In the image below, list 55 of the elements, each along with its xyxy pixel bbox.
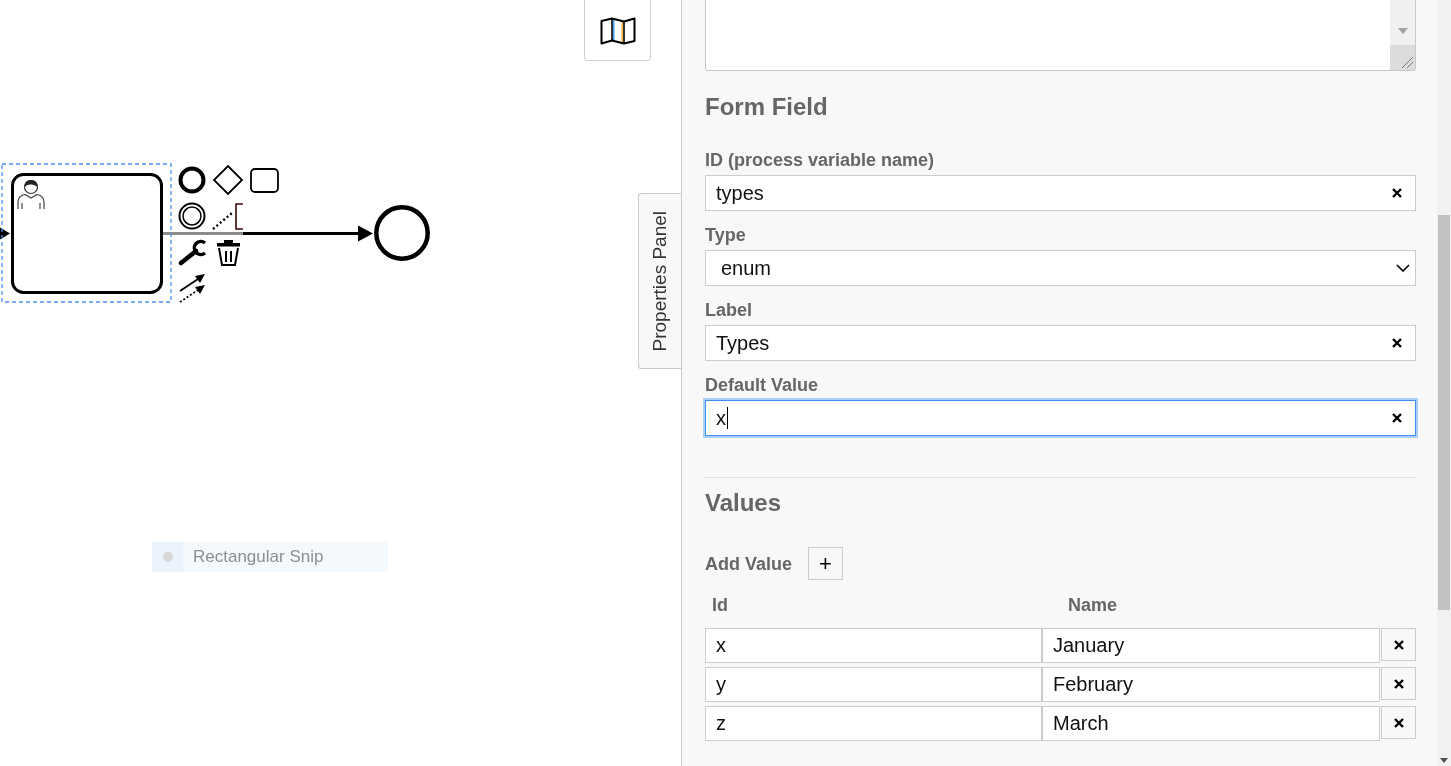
properties-panel-tab[interactable]: Properties Panel: [638, 193, 681, 369]
scroll-down-arrow-icon: [1397, 28, 1408, 34]
text-field[interactable]: x: [705, 400, 1416, 436]
scrollbar[interactable]: [1437, 0, 1451, 766]
resize-handle-icon[interactable]: [1390, 45, 1415, 70]
end-event[interactable]: [374, 205, 430, 261]
section-title: Values: [705, 489, 782, 517]
column-header: Id: [712, 595, 728, 615]
clear-button[interactable]: [1392, 338, 1402, 348]
dotted-bracket-icon[interactable]: [212, 203, 244, 230]
dropdown[interactable]: enum: [705, 250, 1416, 286]
close-icon: [1393, 717, 1404, 728]
text-field[interactable]: y: [705, 667, 1042, 702]
add-value-label: Add Value: [705, 553, 793, 574]
close-icon: [1393, 678, 1404, 689]
section-title: Form Field: [705, 93, 828, 121]
add-value-button[interactable]: +: [808, 547, 844, 580]
double-circle-icon[interactable]: [178, 202, 206, 230]
map-button[interactable]: [584, 0, 651, 61]
column-header: Name: [1068, 595, 1118, 615]
scrollbar[interactable]: [1390, 0, 1415, 45]
close-icon: [1393, 639, 1404, 650]
field-label: Label: [705, 300, 752, 320]
clear-button[interactable]: [1392, 413, 1402, 423]
text-field[interactable]: x: [705, 628, 1042, 663]
delete-button[interactable]: [1381, 667, 1416, 700]
text-field[interactable]: January: [1042, 628, 1380, 663]
close-icon: [1392, 188, 1402, 198]
text-cursor-icon: [727, 407, 728, 429]
field-label: Default Value: [705, 375, 819, 395]
diamond-icon[interactable]: [212, 164, 244, 196]
notification-text: Rectangular Snip: [193, 547, 324, 567]
scroll-down-arrow-icon[interactable]: [1440, 758, 1448, 763]
chevron-down-icon: [1396, 264, 1410, 272]
bold-circle-icon[interactable]: [178, 166, 206, 194]
map-icon: [599, 16, 636, 45]
text-field[interactable]: z: [705, 706, 1042, 741]
rounded-rectangle-icon[interactable]: [250, 168, 279, 193]
text-field[interactable]: February: [1042, 667, 1380, 702]
text-field[interactable]: Types: [705, 325, 1416, 361]
close-icon: [1392, 413, 1402, 423]
clear-button[interactable]: [1392, 188, 1402, 198]
field-label: ID (process variable name): [705, 150, 935, 170]
connect-arrows-icon[interactable]: [179, 274, 205, 303]
user-task[interactable]: [11, 173, 163, 294]
field-label: Type: [705, 225, 746, 245]
text-field[interactable]: types: [705, 175, 1416, 211]
delete-button[interactable]: [1381, 706, 1416, 739]
delete-button[interactable]: [1381, 628, 1416, 661]
scrollbar-thumb[interactable]: [1438, 215, 1450, 610]
trash-icon[interactable]: [217, 240, 240, 266]
close-icon: [1392, 338, 1402, 348]
user-icon: [17, 179, 45, 210]
text-field[interactable]: March: [1042, 706, 1380, 741]
wrench-icon[interactable]: [178, 239, 206, 266]
